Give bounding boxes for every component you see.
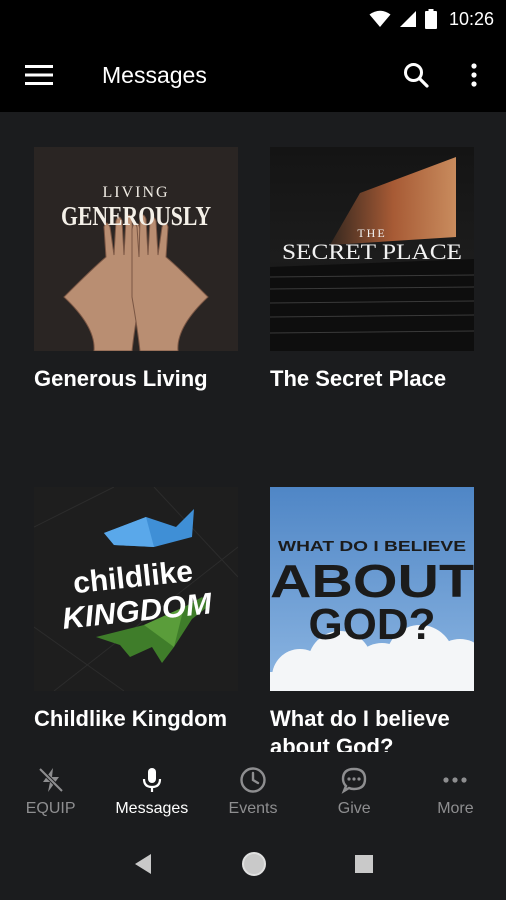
more-vertical-icon <box>471 63 477 87</box>
cell-signal-icon <box>399 11 416 27</box>
status-time: 10:26 <box>448 8 494 29</box>
nav-label-events: Events <box>228 800 278 817</box>
nav-item-more[interactable]: More <box>405 752 506 828</box>
nav-label-give: Give <box>337 800 371 817</box>
card-artwork[interactable]: THE SECRET PLACE <box>270 147 474 351</box>
hamburger-icon <box>25 65 53 85</box>
back-icon[interactable] <box>133 853 153 875</box>
card-artwork[interactable]: LIVING GENEROUSLY <box>34 147 238 351</box>
message-card-generous-living[interactable]: LIVING GENEROUSLY Generous Living <box>34 147 238 393</box>
bottom-navigation: EQUIP Messages Events Give More <box>0 752 506 828</box>
menu-button[interactable] <box>0 38 78 112</box>
nav-item-equip[interactable]: EQUIP <box>0 752 101 828</box>
nav-label-equip: EQUIP <box>25 800 76 817</box>
artwork-text-the: THE <box>357 226 386 240</box>
search-icon <box>404 63 429 88</box>
overflow-menu-button[interactable] <box>446 38 502 112</box>
battery-icon <box>424 9 437 29</box>
recents-icon[interactable] <box>354 855 373 873</box>
card-title: Generous Living <box>34 366 208 391</box>
status-bar: 10:26 <box>0 0 506 38</box>
card-title: The Secret Place <box>270 366 447 391</box>
nav-label-more: More <box>437 800 474 817</box>
artwork-text-living: LIVING <box>102 184 169 201</box>
card-title: What do I believe about God? <box>270 706 450 752</box>
home-icon[interactable] <box>240 850 268 878</box>
card-artwork[interactable]: WHAT DO I BELIEVE ABOUT GOD? <box>270 487 474 691</box>
message-card-childlike-kingdom[interactable]: childlike KINGDOM Childlike Kingdom <box>34 487 238 733</box>
search-button[interactable] <box>386 38 446 112</box>
card-title: Childlike Kingdom <box>34 706 228 731</box>
page-title: Messages <box>102 61 207 88</box>
artwork-text-what-do-i-believe: WHAT DO I BELIEVE <box>278 538 466 555</box>
nav-item-messages[interactable]: Messages <box>101 752 202 828</box>
nav-label-messages: Messages <box>115 800 189 817</box>
more-horizontal-icon <box>443 777 468 783</box>
clock-icon <box>240 767 266 793</box>
app-bar: Messages <box>0 38 506 112</box>
microphone-icon <box>142 768 161 792</box>
bolt-icon <box>38 767 64 793</box>
chat-icon <box>341 767 367 794</box>
system-navigation-bar <box>0 828 506 900</box>
nav-item-events[interactable]: Events <box>202 752 303 828</box>
artwork-text-god: GOD? <box>308 600 435 649</box>
artwork-text-generously: GENEROUSLY <box>61 201 211 231</box>
wifi-icon <box>369 10 391 27</box>
nav-item-give[interactable]: Give <box>304 752 405 828</box>
messages-grid: LIVING GENEROUSLY Generous Living THE SE… <box>0 112 506 752</box>
card-artwork[interactable]: childlike KINGDOM <box>34 487 238 691</box>
message-card-what-do-i-believe[interactable]: WHAT DO I BELIEVE ABOUT GOD? What do I b… <box>270 487 474 752</box>
message-card-secret-place[interactable]: THE SECRET PLACE The Secret Place <box>270 147 474 393</box>
artwork-text-secret-place: SECRET PLACE <box>282 239 462 264</box>
